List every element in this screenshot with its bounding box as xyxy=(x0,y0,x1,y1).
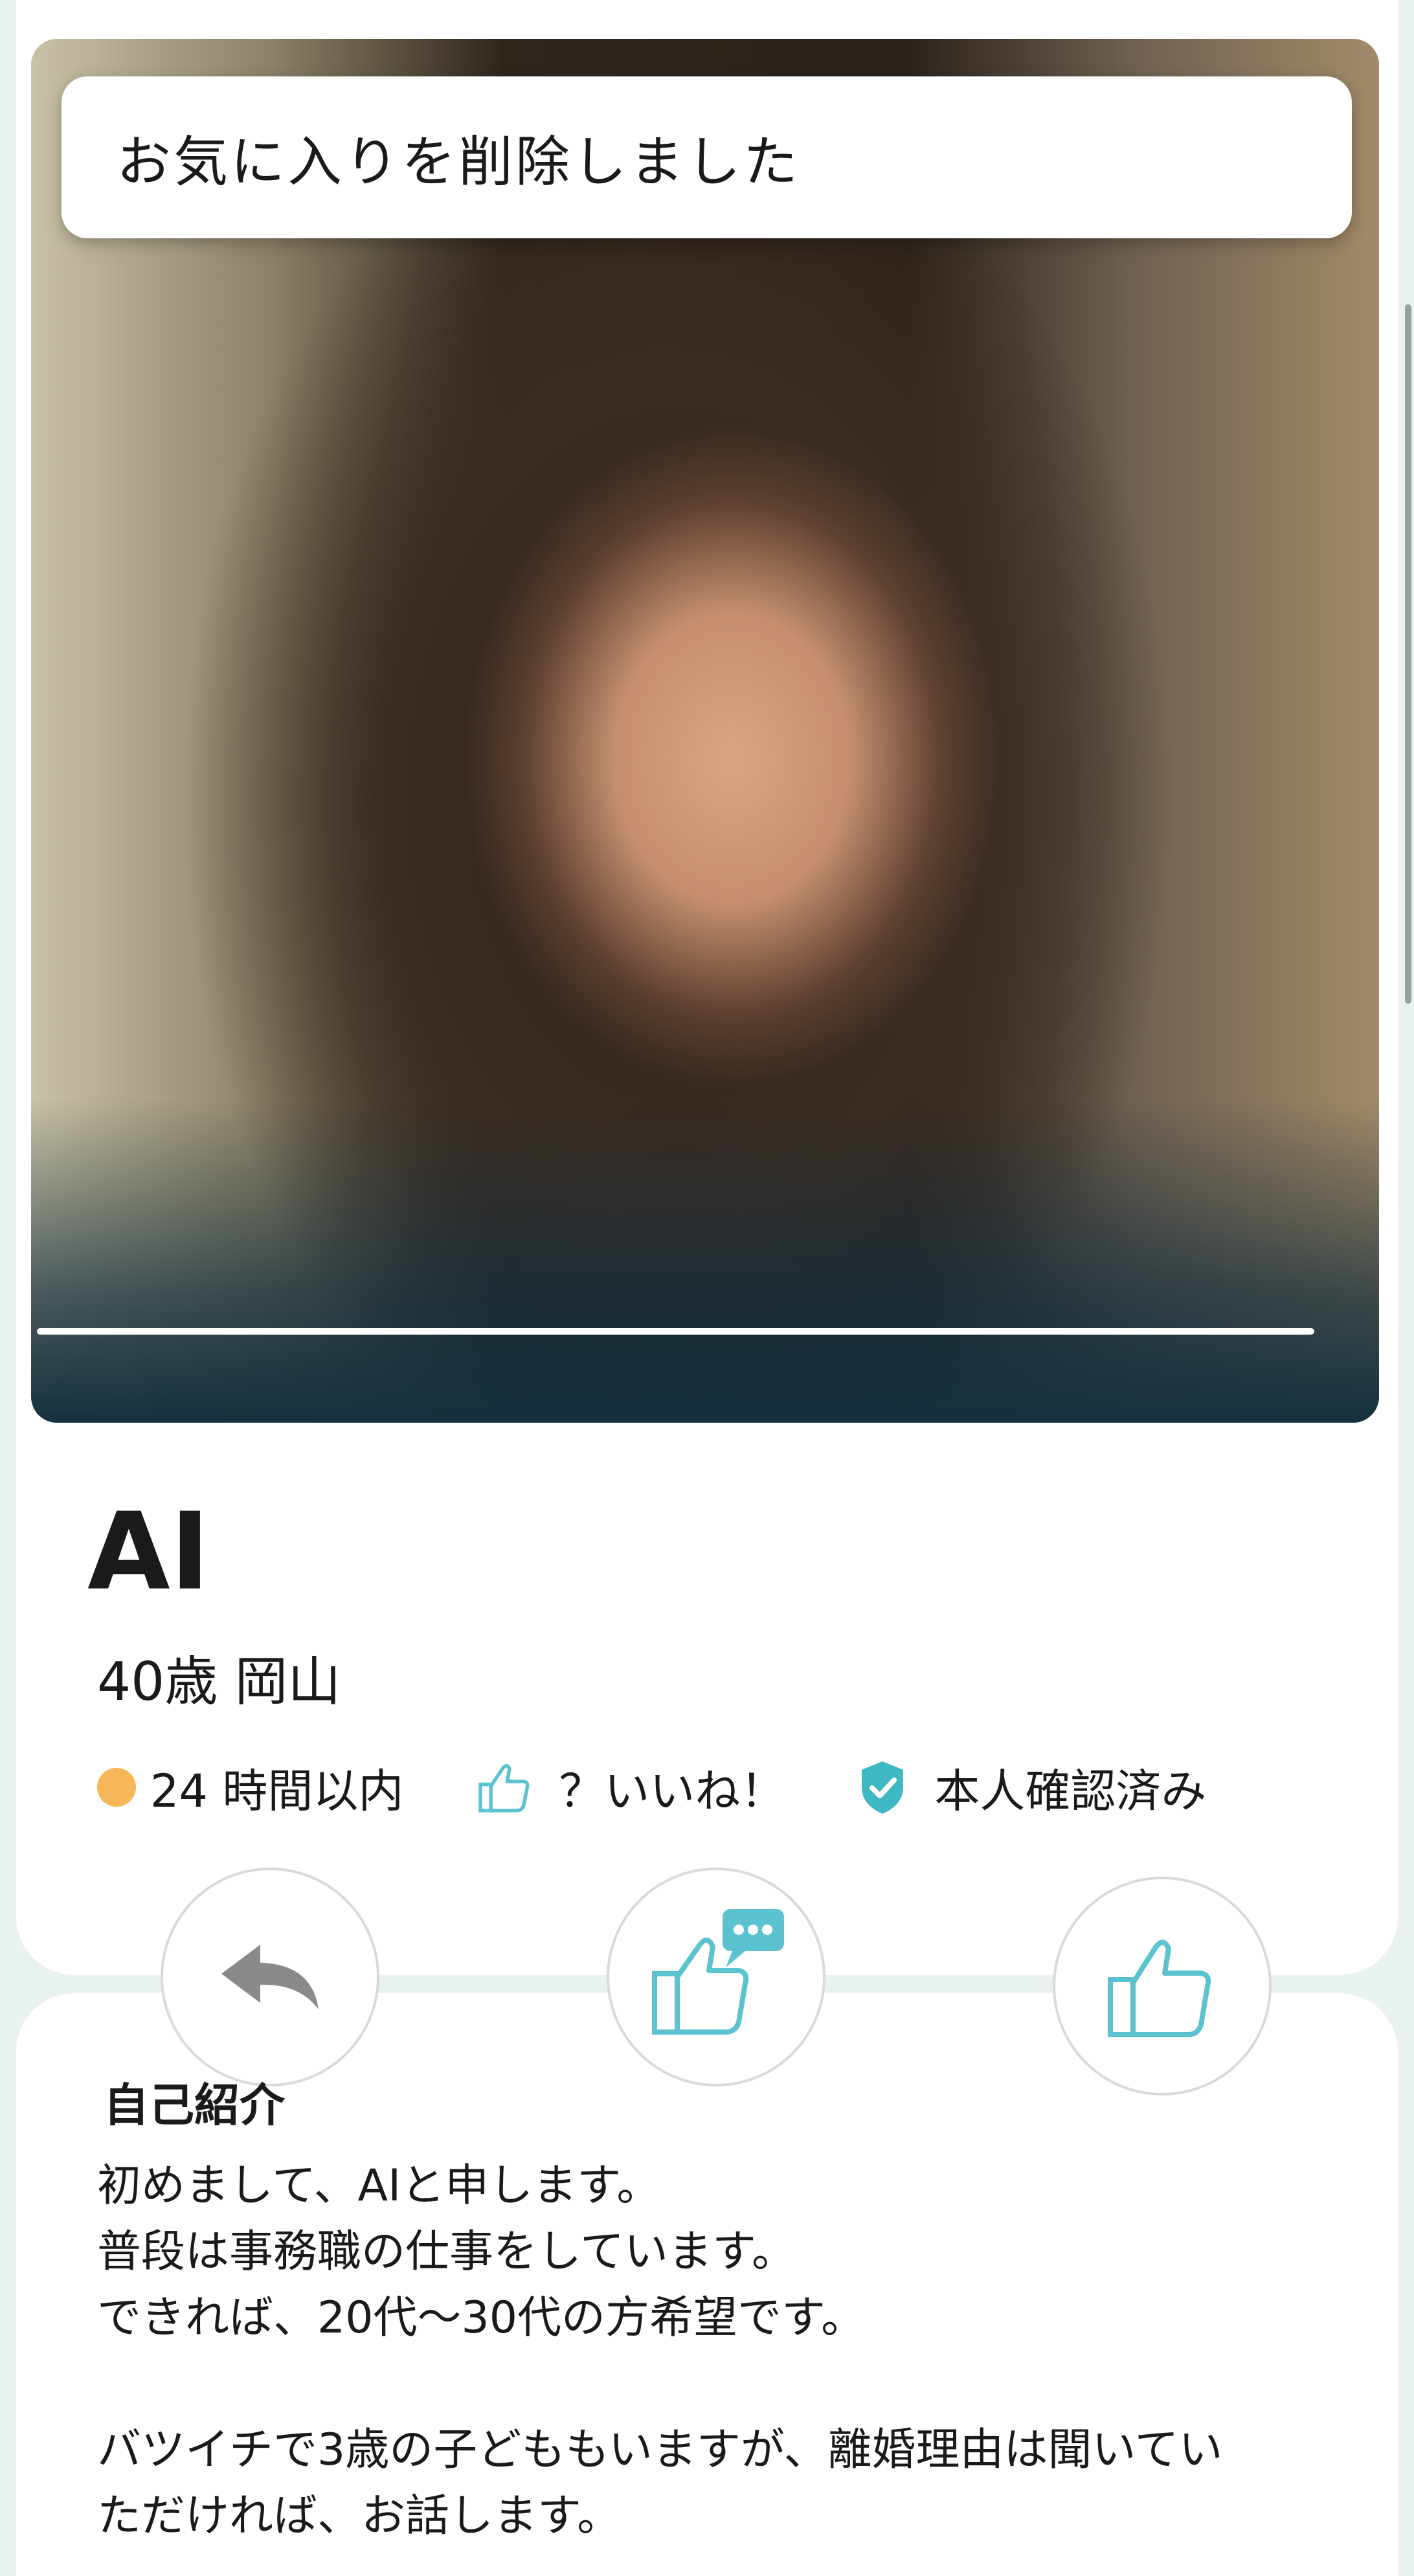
profile-photo[interactable] xyxy=(31,39,1379,1423)
intro-title: 自己紹介 xyxy=(104,2079,285,2132)
verified-status: 本人確認済み xyxy=(857,1755,1206,1820)
likes-text: ？いいね！ xyxy=(559,1764,786,1818)
login-status-text: 24 時間以内 xyxy=(150,1764,404,1818)
likes-status: ？いいね！ xyxy=(475,1755,785,1820)
toast-notification: お気に入りを削除しました xyxy=(62,76,1352,238)
intro-text: 初めまして、AIと申します。 普段は事務職の仕事をしています。 できれば、20代… xyxy=(97,2160,1223,2542)
thumbs-up-icon xyxy=(478,1764,530,1813)
photo-progress-bar xyxy=(37,1328,1314,1335)
toast-message: お気に入りを削除しました xyxy=(117,130,801,194)
like-with-message-button[interactable] xyxy=(607,1868,825,2086)
scrollbar[interactable] xyxy=(1405,304,1411,1004)
online-dot-icon xyxy=(97,1768,136,1807)
verified-text: 本人確認済み xyxy=(934,1764,1207,1818)
profile-age-area: 40歳 岡山 xyxy=(97,1651,341,1713)
back-arrow-icon xyxy=(221,1945,319,2009)
status-row: 24 時間以内 ？いいね！ 本人確認済み xyxy=(97,1755,1277,1820)
like-icon xyxy=(1108,1939,1211,2037)
like-with-message-icon xyxy=(652,1909,784,2035)
back-button[interactable] xyxy=(161,1868,379,2086)
profile-name: AI xyxy=(87,1489,210,1614)
photo-gradient xyxy=(31,1099,1379,1423)
like-button[interactable] xyxy=(1053,1877,1272,2096)
shield-check-icon xyxy=(862,1761,904,1814)
login-status: 24 時間以内 xyxy=(97,1755,403,1820)
